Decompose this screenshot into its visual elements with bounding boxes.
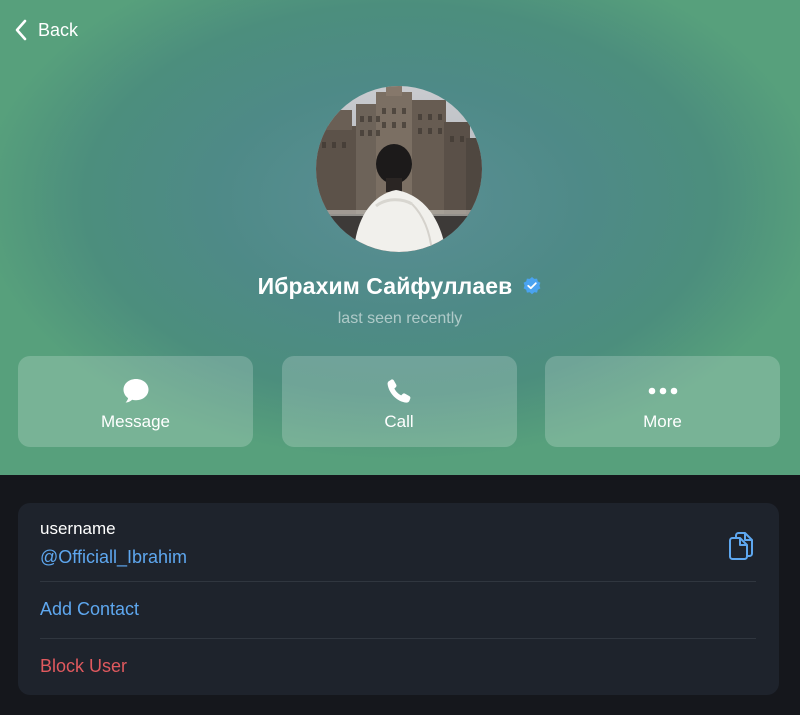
profile-header: Back Ибрахим Сайфуллаев last seen recent… <box>0 0 800 475</box>
back-button[interactable]: Back <box>14 16 78 44</box>
username-value[interactable]: @Officiall_Ibrahim <box>40 547 187 568</box>
verified-badge-icon <box>522 276 542 296</box>
message-button[interactable]: Message <box>18 356 253 447</box>
divider <box>40 638 756 639</box>
chevron-left-icon <box>15 19 27 41</box>
message-label: Message <box>101 412 170 431</box>
action-buttons: Message Call More <box>18 356 780 447</box>
profile-photo <box>316 86 482 252</box>
profile-name-row: Ибрахим Сайфуллаев <box>0 270 800 302</box>
profile-info-card: username @Officiall_Ibrahim Add Contact … <box>18 503 779 695</box>
profile-name: Ибрахим Сайфуллаев <box>257 272 513 299</box>
call-button[interactable]: Call <box>281 356 517 447</box>
username-row[interactable]: username @Officiall_Ibrahim <box>40 517 755 581</box>
phone-icon <box>385 376 413 406</box>
add-contact-button[interactable]: Add Contact <box>40 599 139 620</box>
chat-bubble-icon <box>122 376 150 406</box>
block-user-button[interactable]: Block User <box>40 656 127 677</box>
more-dots-icon <box>647 376 679 406</box>
back-label: Back <box>38 19 79 40</box>
call-label: Call <box>384 412 414 431</box>
more-label: More <box>643 412 682 431</box>
last-seen-status: last seen recently <box>337 310 463 327</box>
copy-icon[interactable] <box>727 531 755 566</box>
avatar[interactable] <box>316 86 482 252</box>
username-label: username <box>40 519 116 538</box>
more-button[interactable]: More <box>545 356 780 447</box>
divider <box>40 581 756 582</box>
